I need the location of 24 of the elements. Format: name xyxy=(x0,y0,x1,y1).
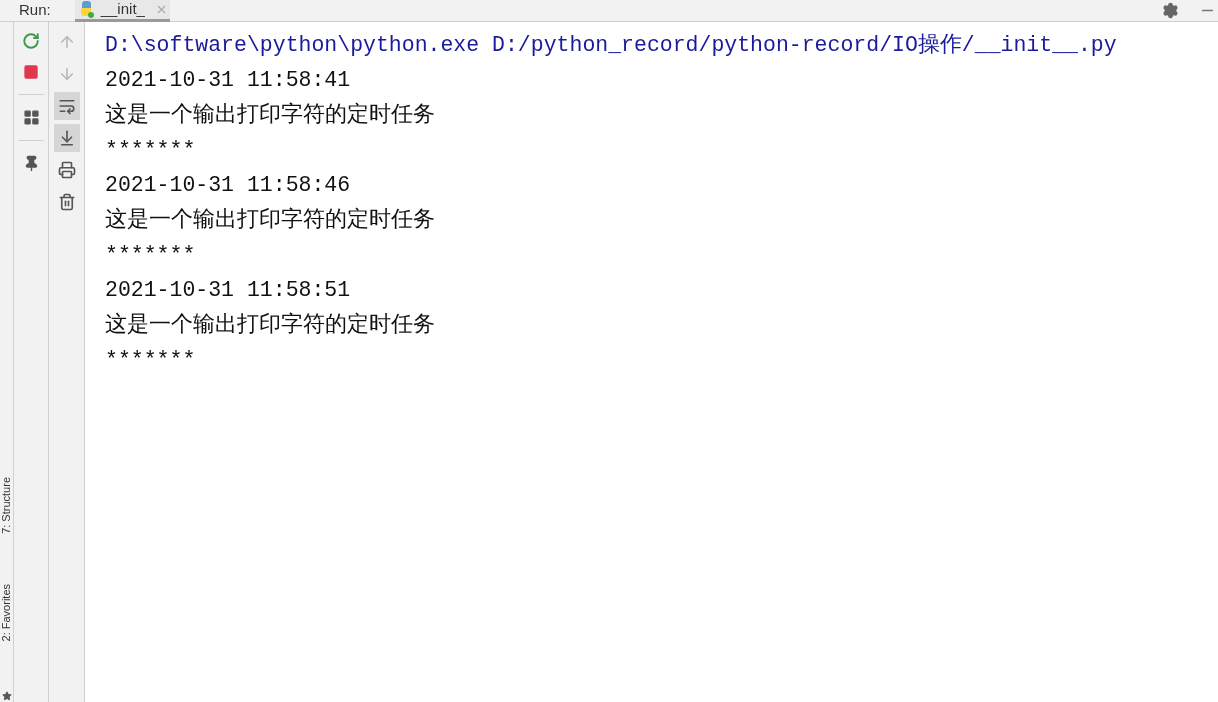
settings-icon[interactable] xyxy=(1162,2,1179,19)
output-line: 这是一个输出打印字符的定时任务 xyxy=(105,206,435,234)
output-line: 这是一个输出打印字符的定时任务 xyxy=(105,101,435,129)
output-line: 2021-10-31 11:58:46 xyxy=(105,172,351,199)
stop-icon[interactable] xyxy=(23,64,39,80)
print-icon xyxy=(57,161,76,179)
output-line: 2021-10-31 11:58:41 xyxy=(105,67,351,94)
run-label: Run: xyxy=(19,0,51,21)
command-line: D:\software\python\python.exe D:/python_record/python-record/IO操作/__init__.py xyxy=(105,32,1117,59)
output-line: ******* xyxy=(105,242,196,269)
scroll-to-end-button[interactable] xyxy=(53,124,80,152)
output-line: 这是一个输出打印字符的定时任务 xyxy=(105,311,435,339)
rerun-icon[interactable] xyxy=(22,32,40,50)
output-line: ******* xyxy=(105,347,196,374)
output-line: 2021-10-31 11:58:51 xyxy=(105,277,351,304)
side-tool-tab[interactable]: 7: Structure xyxy=(0,477,13,534)
side-tool-tab[interactable]: 2: Favorites xyxy=(0,583,13,642)
run-tab[interactable]: __init_ xyxy=(74,0,170,22)
layout-icon[interactable] xyxy=(22,109,40,126)
output-line: ******* xyxy=(105,137,196,164)
star-icon[interactable] xyxy=(1,691,12,702)
soft-wrap-button[interactable] xyxy=(53,92,80,120)
trash-icon xyxy=(57,193,76,211)
soft-wrap-icon xyxy=(57,97,76,115)
